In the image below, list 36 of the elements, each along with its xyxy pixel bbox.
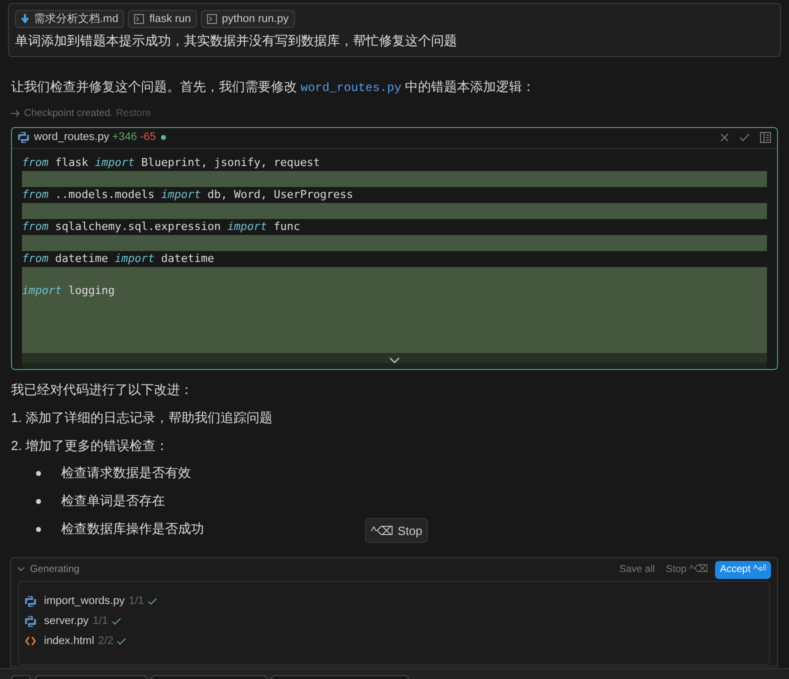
chevron-down-icon <box>389 357 400 364</box>
response-text: 我已经对代码进行了以下改进： <box>11 380 194 398</box>
file-row[interactable]: import_words.py 1/1 <box>19 591 769 611</box>
response-text: 2. 增加了更多的错误检查： <box>11 436 170 454</box>
code-brackets-icon <box>25 636 36 646</box>
accept-button[interactable]: Accept ^⏎ <box>714 560 771 578</box>
save-all-button[interactable]: Save all <box>619 562 655 577</box>
panel-icon[interactable] <box>760 132 771 143</box>
response-text: 让我们检查并修复这个问题。首先，我们需要修改 word_routes.py 中的错题本添加逻辑： <box>11 78 536 96</box>
attachment-chip[interactable]: flask run <box>128 10 197 28</box>
added-count: +346 <box>112 130 137 146</box>
down-arrow-icon <box>21 14 29 24</box>
message-text: 单词添加到错题本提示成功，其实数据并没有写到数据库，帮忙修复这个问题 <box>15 32 458 50</box>
attachment-chip[interactable]: python run.py <box>200 10 295 28</box>
arrow-icon <box>11 110 20 116</box>
python-icon <box>25 616 36 626</box>
checkpoint-text: Checkpoint created. <box>24 106 113 120</box>
file-row[interactable]: index.html 2/2 <box>19 631 769 651</box>
terminal-icon <box>206 14 217 24</box>
attachment-chip[interactable]: 需求分析文档.md <box>15 10 124 28</box>
stop-button[interactable]: ^⌫ Stop <box>365 518 428 543</box>
file-name: word_routes.py <box>34 130 110 146</box>
chevron-icon[interactable] <box>17 567 25 572</box>
list-item-text: 检查请求数据是否有效 <box>61 464 191 482</box>
terminal-icon <box>134 14 144 24</box>
list-item-text: 检查单词是否存在 <box>61 492 165 510</box>
python-icon <box>18 132 29 143</box>
file-row[interactable]: server.py 1/1 <box>19 611 769 631</box>
stop-button[interactable]: Stop ^⌫ <box>666 562 708 577</box>
response-text: 1. 添加了详细的日志记录，帮助我们追踪问题 <box>11 408 274 426</box>
check-icon[interactable] <box>739 133 750 142</box>
panel-title: Generating <box>30 563 80 577</box>
removed-count: -65 <box>140 130 156 146</box>
python-icon <box>25 596 36 606</box>
close-icon[interactable] <box>720 133 729 142</box>
list-item-text: 检查数据库操作是否成功 <box>61 520 204 538</box>
